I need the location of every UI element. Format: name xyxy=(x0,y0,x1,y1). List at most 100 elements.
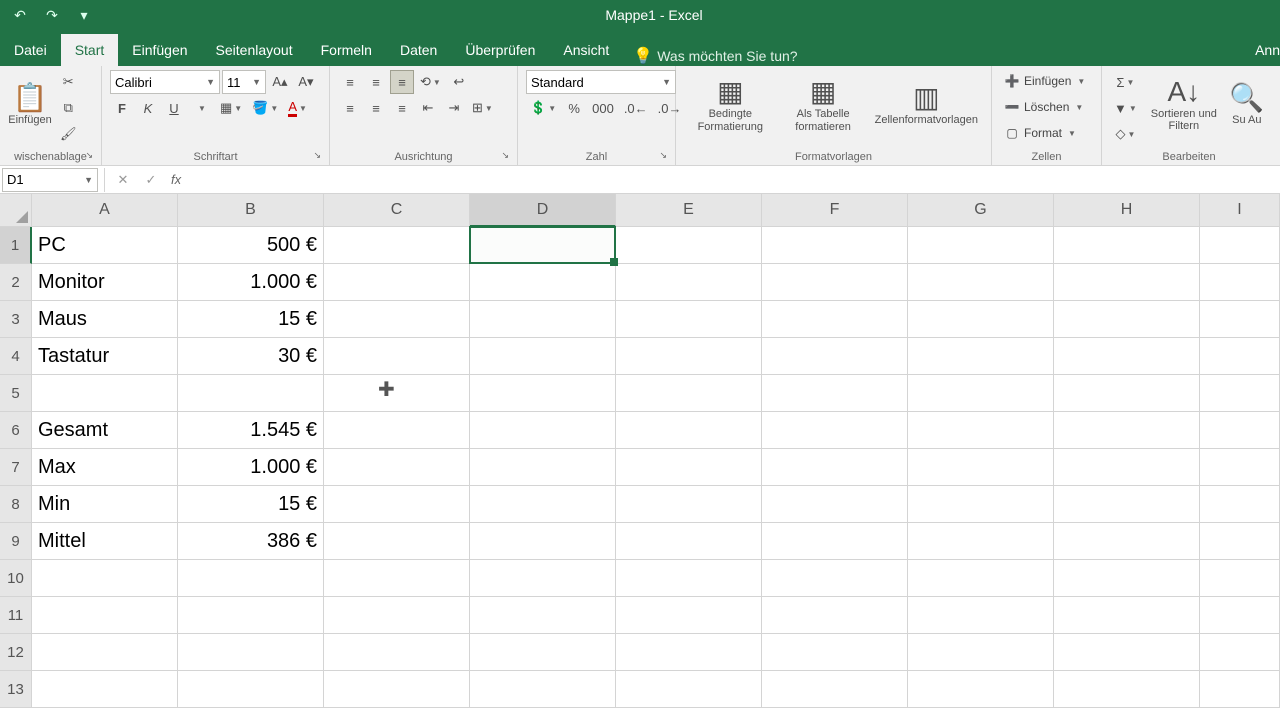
cell-E13[interactable] xyxy=(616,671,762,708)
cell-F8[interactable] xyxy=(762,486,908,523)
fx-icon[interactable]: fx xyxy=(165,172,187,187)
font-size-combo[interactable]: 11 ▼ xyxy=(222,70,266,94)
cell-B9[interactable]: 386 € xyxy=(178,523,324,560)
cell-I9[interactable] xyxy=(1200,523,1280,560)
column-header-G[interactable]: G xyxy=(908,194,1054,227)
row-header-8[interactable]: 8 xyxy=(0,486,32,523)
cell-D5[interactable] xyxy=(470,375,616,412)
column-header-H[interactable]: H xyxy=(1054,194,1200,227)
borders-button[interactable]: ▦▼ xyxy=(216,96,246,120)
alignment-dialog-launcher[interactable]: ↘ xyxy=(501,150,509,161)
underline-button[interactable]: U xyxy=(162,96,186,120)
confirm-formula-button[interactable]: ✓ xyxy=(137,168,165,192)
cell-E9[interactable] xyxy=(616,523,762,560)
cell-G1[interactable] xyxy=(908,227,1054,264)
cell-H1[interactable] xyxy=(1054,227,1200,264)
formula-input[interactable] xyxy=(187,168,1280,192)
cell-D1[interactable] xyxy=(470,227,616,264)
row-header-5[interactable]: 5 xyxy=(0,375,32,412)
increase-decimal-button[interactable]: .0← xyxy=(620,96,652,120)
cut-button[interactable]: ✂ xyxy=(56,70,81,94)
autosum-button[interactable]: Σ▼ xyxy=(1110,70,1141,94)
cell-I6[interactable] xyxy=(1200,412,1280,449)
format-cells-button[interactable]: ▢ Format ▼ xyxy=(1000,122,1080,144)
cell-F10[interactable] xyxy=(762,560,908,597)
cell-H2[interactable] xyxy=(1054,264,1200,301)
cell-G9[interactable] xyxy=(908,523,1054,560)
cell-G12[interactable] xyxy=(908,634,1054,671)
cell-F13[interactable] xyxy=(762,671,908,708)
wrap-text-button[interactable]: ↩ xyxy=(447,70,471,94)
cell-D10[interactable] xyxy=(470,560,616,597)
cell-F6[interactable] xyxy=(762,412,908,449)
row-header-3[interactable]: 3 xyxy=(0,301,32,338)
cell-A12[interactable] xyxy=(32,634,178,671)
fill-color-button[interactable]: 🪣▼ xyxy=(248,96,282,120)
cell-A4[interactable]: Tastatur xyxy=(32,338,178,375)
cancel-formula-button[interactable]: ✕ xyxy=(109,168,137,192)
row-header-1[interactable]: 1 xyxy=(0,227,32,264)
cell-E3[interactable] xyxy=(616,301,762,338)
cell-C1[interactable] xyxy=(324,227,470,264)
cell-E11[interactable] xyxy=(616,597,762,634)
cell-F12[interactable] xyxy=(762,634,908,671)
cell-B7[interactable]: 1.000 € xyxy=(178,449,324,486)
font-name-combo[interactable]: Calibri ▼ xyxy=(110,70,220,94)
cell-E7[interactable] xyxy=(616,449,762,486)
cell-G5[interactable] xyxy=(908,375,1054,412)
conditional-formatting-button[interactable]: ▦ Bedingte Formatierung xyxy=(684,70,777,138)
clipboard-dialog-launcher[interactable]: ↘ xyxy=(85,150,93,161)
cell-F2[interactable] xyxy=(762,264,908,301)
clear-button[interactable]: ◇▼ xyxy=(1110,122,1141,146)
cell-G4[interactable] xyxy=(908,338,1054,375)
cell-F1[interactable] xyxy=(762,227,908,264)
redo-button[interactable]: ↷ xyxy=(40,3,64,27)
cell-C9[interactable] xyxy=(324,523,470,560)
insert-cells-button[interactable]: ➕ Einfügen ▼ xyxy=(1000,70,1089,92)
increase-indent-button[interactable]: ⇥ xyxy=(442,96,466,120)
number-format-combo[interactable]: Standard ▼ xyxy=(526,70,676,94)
cell-I5[interactable] xyxy=(1200,375,1280,412)
cell-C12[interactable] xyxy=(324,634,470,671)
undo-button[interactable]: ↶ xyxy=(8,3,32,27)
cell-G7[interactable] xyxy=(908,449,1054,486)
cell-H4[interactable] xyxy=(1054,338,1200,375)
column-header-E[interactable]: E xyxy=(616,194,762,227)
cell-H5[interactable] xyxy=(1054,375,1200,412)
cell-I12[interactable] xyxy=(1200,634,1280,671)
cell-F9[interactable] xyxy=(762,523,908,560)
cell-G2[interactable] xyxy=(908,264,1054,301)
bold-button[interactable]: F xyxy=(110,96,134,120)
tab-datei[interactable]: Datei xyxy=(0,34,61,66)
cell-D2[interactable] xyxy=(470,264,616,301)
cell-B5[interactable] xyxy=(178,375,324,412)
cell-I2[interactable] xyxy=(1200,264,1280,301)
cell-G10[interactable] xyxy=(908,560,1054,597)
row-header-9[interactable]: 9 xyxy=(0,523,32,560)
italic-button[interactable]: K xyxy=(136,96,160,120)
cell-B2[interactable]: 1.000 € xyxy=(178,264,324,301)
row-header-2[interactable]: 2 xyxy=(0,264,32,301)
cell-F11[interactable] xyxy=(762,597,908,634)
align-top-button[interactable]: ≡ xyxy=(338,70,362,94)
cell-B8[interactable]: 15 € xyxy=(178,486,324,523)
row-header-13[interactable]: 13 xyxy=(0,671,32,708)
cell-E6[interactable] xyxy=(616,412,762,449)
cell-F7[interactable] xyxy=(762,449,908,486)
cell-D13[interactable] xyxy=(470,671,616,708)
cell-A10[interactable] xyxy=(32,560,178,597)
column-header-A[interactable]: A xyxy=(32,194,178,227)
row-header-4[interactable]: 4 xyxy=(0,338,32,375)
paste-button[interactable]: 📋 Einfügen xyxy=(8,70,52,138)
column-header-B[interactable]: B xyxy=(178,194,324,227)
cell-B12[interactable] xyxy=(178,634,324,671)
cell-A6[interactable]: Gesamt xyxy=(32,412,178,449)
cell-C4[interactable] xyxy=(324,338,470,375)
cell-C13[interactable] xyxy=(324,671,470,708)
cell-B4[interactable]: 30 € xyxy=(178,338,324,375)
cell-I13[interactable] xyxy=(1200,671,1280,708)
comma-format-button[interactable]: 000 xyxy=(588,96,618,120)
align-left-button[interactable]: ≡ xyxy=(338,96,362,120)
name-box[interactable]: D1 ▼ xyxy=(2,168,98,192)
cell-H6[interactable] xyxy=(1054,412,1200,449)
